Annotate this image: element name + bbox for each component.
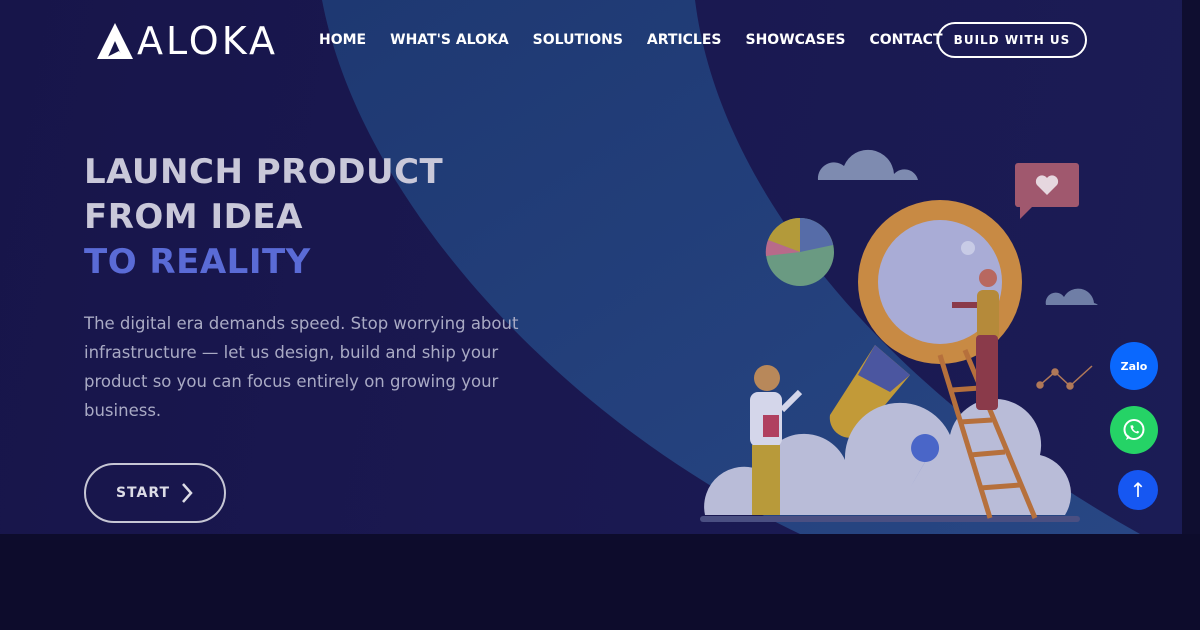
chevron-right-icon — [182, 483, 193, 503]
zalo-label: Zalo — [1120, 359, 1148, 373]
nav-item-solutions[interactable]: SOLUTIONS — [533, 30, 623, 50]
main-nav: HOME WHAT'S ALOKA SOLUTIONS ARTICLES SHO… — [319, 30, 967, 50]
nav-item-home[interactable]: HOME — [319, 30, 366, 50]
start-button[interactable]: START — [84, 463, 226, 523]
aloka-triangle-logo-icon — [97, 23, 133, 59]
whatsapp-icon — [1123, 419, 1145, 440]
zalo-chat-button[interactable]: Zalo — [1110, 342, 1158, 390]
headline-line-3: TO REALITY — [84, 242, 311, 282]
headline-line-1: LAUNCH PRODUCT — [84, 152, 444, 192]
hero-headline: LAUNCH PRODUCT FROM IDEA TO REALITY — [84, 150, 443, 285]
nav-item-showcases[interactable]: SHOWCASES — [746, 30, 846, 50]
arrow-up-icon: ↑ — [1129, 478, 1147, 502]
hero-description: The digital era demands speed. Stop worr… — [84, 314, 519, 420]
nav-item-whats-aloka[interactable]: WHAT'S ALOKA — [390, 30, 509, 50]
headline-line-2: FROM IDEA — [84, 197, 303, 237]
lower-section — [0, 534, 1200, 630]
brand-logo[interactable]: ALOKA — [95, 20, 278, 62]
brand-name: ALOKA — [137, 19, 278, 63]
hero-section: ALOKA HOME WHAT'S ALOKA SOLUTIONS ARTICL… — [0, 0, 1182, 534]
nav-item-articles[interactable]: ARTICLES — [647, 30, 722, 50]
magnifier-ladder-illustration — [700, 149, 1098, 522]
build-with-us-button[interactable]: BUILD WITH US — [937, 22, 1087, 58]
scrollbar[interactable] — [1182, 0, 1200, 534]
start-label: START — [115, 485, 171, 501]
back-to-top-button[interactable]: ↑ — [1118, 470, 1158, 510]
nav-item-contact[interactable]: CONTACT — [869, 30, 942, 50]
whatsapp-button[interactable] — [1110, 406, 1158, 454]
